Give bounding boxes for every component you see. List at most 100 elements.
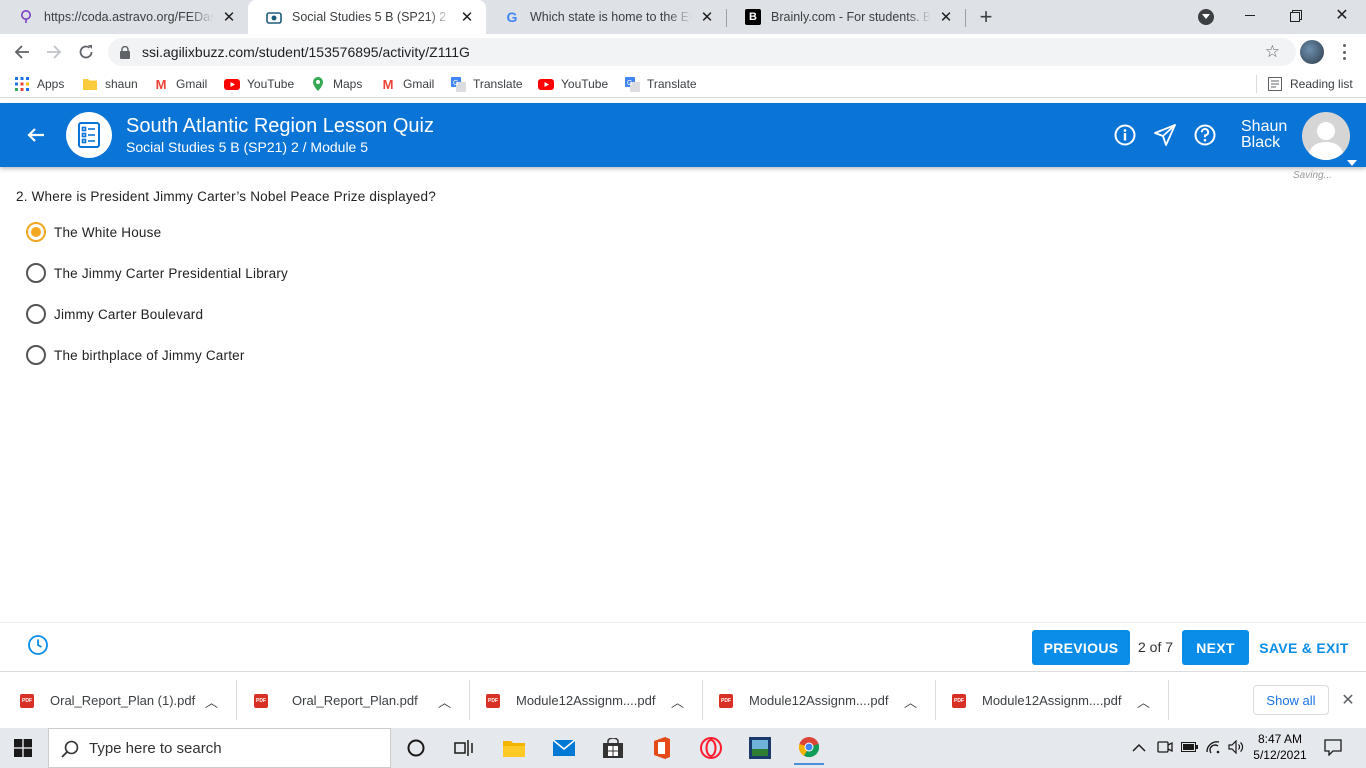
bookmarks-bar: Apps shaun M Gmail YouTube Maps M Gmail …: [0, 70, 1366, 98]
task-view-icon[interactable]: [450, 734, 478, 762]
lightbulb-icon: [18, 9, 34, 25]
cortana-icon[interactable]: [402, 734, 430, 762]
bookmark-maps[interactable]: Maps: [310, 75, 362, 93]
meet-now-icon[interactable]: [1157, 740, 1173, 756]
taskbar-search-box[interactable]: Type here to search: [48, 728, 391, 768]
radio-button[interactable]: [26, 263, 46, 283]
chevron-up-icon[interactable]: ︿: [438, 692, 451, 711]
pdf-file-icon: PDF: [719, 693, 733, 708]
browser-tab-social-studies[interactable]: Social Studies 5 B (SP21) 2 - Activity ✕: [248, 0, 486, 34]
bookmark-apps[interactable]: Apps: [14, 75, 64, 93]
answer-option-3[interactable]: Jimmy Carter Boulevard: [26, 303, 203, 325]
store-icon[interactable]: [599, 734, 627, 762]
bookmark-youtube-2[interactable]: YouTube: [538, 75, 608, 93]
avatar[interactable]: [1302, 112, 1350, 160]
browser-tab-google[interactable]: G Which state is home to the Everglades …: [486, 0, 726, 34]
gmail-icon: M: [382, 76, 394, 92]
battery-icon[interactable]: [1181, 740, 1198, 756]
download-item[interactable]: PDF Module12Assignm....pdf: [952, 672, 1121, 729]
help-icon[interactable]: [1193, 123, 1217, 147]
opera-icon[interactable]: [697, 734, 725, 762]
address-bar[interactable]: ssi.agilixbuzz.com/student/153576895/act…: [108, 38, 1296, 66]
reading-list-button[interactable]: Reading list: [1267, 75, 1353, 93]
window-close-icon[interactable]: ✕: [1332, 5, 1352, 25]
close-icon[interactable]: ✕: [1338, 690, 1358, 710]
clock-date: 5/12/2021: [1253, 748, 1307, 762]
reload-icon[interactable]: [72, 38, 100, 66]
close-icon[interactable]: ✕: [456, 6, 478, 28]
windows-start-icon[interactable]: [14, 739, 32, 757]
chevron-up-icon[interactable]: ︿: [904, 692, 917, 711]
question-text: 2. Where is President Jimmy Carter’s Nob…: [16, 189, 436, 204]
bookmark-translate[interactable]: G Translate: [450, 75, 523, 93]
office-icon[interactable]: [648, 734, 676, 762]
maps-pin-icon: [310, 76, 326, 92]
pdf-file-icon: PDF: [254, 693, 268, 708]
bookmark-youtube[interactable]: YouTube: [224, 75, 294, 93]
bookmark-shaun[interactable]: shaun: [82, 75, 138, 93]
notification-icon[interactable]: [1324, 739, 1342, 757]
next-button[interactable]: NEXT: [1182, 630, 1249, 665]
radio-button-selected[interactable]: [26, 222, 46, 242]
download-item[interactable]: PDF Module12Assignm....pdf: [486, 672, 655, 729]
answer-option-1[interactable]: The White House: [26, 221, 161, 243]
clock-time: 8:47 AM: [1257, 732, 1303, 746]
chrome-icon[interactable]: [794, 731, 824, 765]
wifi-icon[interactable]: [1205, 740, 1221, 756]
app-photo-icon[interactable]: [746, 734, 774, 762]
browser-tab-brainly[interactable]: B Brainly.com - For students. By student…: [727, 0, 965, 34]
back-arrow-icon[interactable]: [24, 123, 48, 147]
back-icon[interactable]: [8, 38, 36, 66]
minimize-icon[interactable]: [1240, 6, 1260, 26]
bookmark-gmail[interactable]: M Gmail: [153, 75, 208, 93]
bookmark-gmail-2[interactable]: M Gmail: [380, 75, 435, 93]
download-filename: Module12Assignm....pdf: [982, 693, 1122, 708]
page-subtitle: Social Studies 5 B (SP21) 2 / Module 5: [126, 139, 369, 155]
search-icon: [61, 740, 79, 762]
download-item[interactable]: PDF Module12Assignm....pdf: [719, 672, 888, 729]
chevron-up-icon[interactable]: ︿: [671, 692, 684, 711]
download-item[interactable]: PDF Oral_Report_Plan.pdf: [254, 672, 418, 729]
tab-search-icon[interactable]: [1198, 9, 1214, 25]
forward-icon[interactable]: [40, 38, 68, 66]
google-icon: G: [506, 9, 518, 25]
browser-tab-coda[interactable]: https://coda.astravo.org/FEDashboard ✕: [0, 0, 248, 34]
windows-taskbar: Type here to search 8:47 AM 5/12/2021: [0, 728, 1366, 768]
bookmark-star-icon[interactable]: ☆: [1265, 43, 1280, 60]
show-all-button[interactable]: Show all: [1253, 685, 1329, 715]
close-icon[interactable]: ✕: [935, 6, 957, 28]
close-icon[interactable]: ✕: [218, 6, 240, 28]
mail-icon[interactable]: [550, 734, 578, 762]
profile-avatar[interactable]: [1300, 40, 1324, 64]
address-text: ssi.agilixbuzz.com/student/153576895/act…: [142, 44, 470, 60]
tab-title: Brainly.com - For students. By students.: [771, 10, 931, 24]
download-shelf: PDF Oral_Report_Plan (1).pdf ︿ PDF Oral_…: [0, 671, 1366, 728]
download-divider: [702, 680, 703, 720]
previous-button[interactable]: PREVIOUS: [1032, 630, 1130, 665]
answer-option-2[interactable]: The Jimmy Carter Presidential Library: [26, 262, 288, 284]
bookmark-translate-2[interactable]: G Translate: [624, 75, 697, 93]
menu-icon[interactable]: [1336, 42, 1352, 62]
download-filename: Oral_Report_Plan.pdf: [292, 693, 418, 708]
volume-icon[interactable]: [1228, 739, 1244, 756]
radio-button[interactable]: [26, 345, 46, 365]
new-tab-icon[interactable]: +: [974, 4, 998, 29]
save-exit-button[interactable]: SAVE & EXIT: [1258, 630, 1350, 665]
user-name: Shaun Black: [1241, 118, 1288, 151]
download-item[interactable]: PDF Oral_Report_Plan (1).pdf: [20, 672, 195, 729]
tab-title: https://coda.astravo.org/FEDashboard: [44, 10, 214, 24]
chevron-up-icon[interactable]: ︿: [1137, 692, 1150, 711]
clock-icon[interactable]: [27, 634, 49, 656]
answer-option-4[interactable]: The birthplace of Jimmy Carter: [26, 344, 245, 366]
chevron-up-icon[interactable]: [1132, 740, 1148, 756]
restore-icon[interactable]: [1286, 6, 1306, 26]
chevron-down-icon[interactable]: [1347, 153, 1357, 166]
radio-button[interactable]: [26, 304, 46, 324]
file-explorer-icon[interactable]: [500, 734, 528, 762]
chevron-up-icon[interactable]: ︿: [205, 692, 218, 711]
info-icon[interactable]: [1113, 123, 1137, 147]
send-icon[interactable]: [1153, 123, 1177, 147]
saving-status: Saving...: [1293, 170, 1332, 181]
close-icon[interactable]: ✕: [696, 6, 718, 28]
system-clock[interactable]: 8:47 AM 5/12/2021: [1252, 731, 1308, 763]
